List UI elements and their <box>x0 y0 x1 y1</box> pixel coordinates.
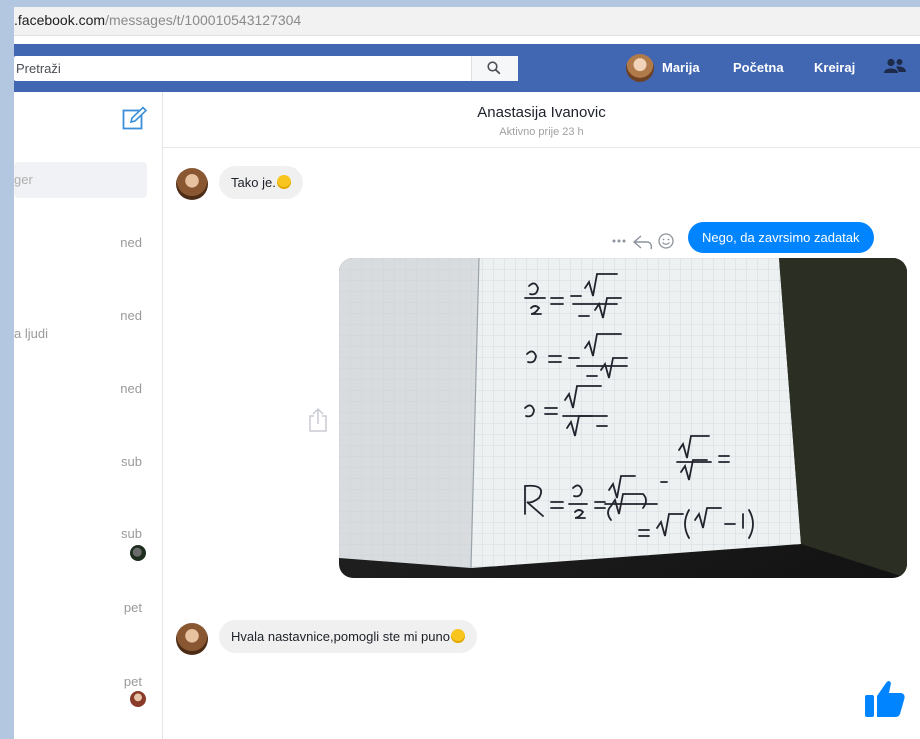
facebook-topbar: Pretraži Marija Početna Kreiraj <box>14 44 920 92</box>
contact-avatar[interactable] <box>176 623 208 655</box>
emoji-icon <box>276 175 291 189</box>
message-bubble-outgoing[interactable]: Nego, da zavrsimo zadatak <box>688 222 874 253</box>
conversation-date: sub <box>121 526 142 541</box>
more-icon[interactable] <box>612 239 626 243</box>
conversation-date: ned <box>120 381 142 396</box>
photo-attachment[interactable] <box>339 258 907 578</box>
emoji-icon <box>450 629 465 643</box>
url-domain: .facebook.com <box>14 12 106 28</box>
message-text: Tako je. <box>231 175 276 190</box>
contact-avatar[interactable] <box>176 168 208 200</box>
conversation-list: ger ned ned a ljudi ned sub sub pet pet <box>14 92 163 739</box>
contact-name[interactable]: Anastasija Ivanovic <box>163 104 920 121</box>
friends-icon[interactable] <box>884 58 906 74</box>
reply-icon[interactable] <box>632 235 653 250</box>
message-text: Hvala nastavnice,pomogli ste mi puno <box>231 629 450 644</box>
search-box[interactable]: Pretraži <box>14 56 518 81</box>
avatar <box>626 54 654 82</box>
conversation-header: Anastasija Ivanovic Aktivno prije 23 h <box>163 92 920 148</box>
message-bubble[interactable]: Hvala nastavnice,pomogli ste mi puno <box>219 620 477 653</box>
conversation-snippet: a ljudi <box>14 326 48 341</box>
search-icon <box>487 61 501 75</box>
active-status: Aktivno prije 23 h <box>499 126 584 138</box>
address-bar[interactable]: .facebook.com/messages/t/100010543127304 <box>14 7 920 36</box>
browser-window: .facebook.com/messages/t/100010543127304… <box>14 7 920 739</box>
conversation-date: sub <box>121 454 142 469</box>
profile-name: Marija <box>662 60 700 75</box>
conversation-date: ned <box>120 235 142 250</box>
react-icon[interactable] <box>658 233 674 249</box>
search-input[interactable]: Pretraži <box>16 61 61 76</box>
share-icon[interactable] <box>307 407 329 433</box>
home-link[interactable]: Početna <box>733 60 784 75</box>
seen-avatar <box>130 691 146 707</box>
conversation-date: pet <box>123 600 142 615</box>
like-icon[interactable] <box>864 679 906 719</box>
seen-avatar <box>130 545 146 561</box>
conversation-date: ned <box>120 308 142 323</box>
search-button[interactable] <box>471 56 518 81</box>
message-bubble[interactable]: Tako je. <box>219 166 303 199</box>
message-text: Nego, da zavrsimo zadatak <box>702 230 860 245</box>
messenger-search-text: ger <box>14 172 33 187</box>
conversation-date: pet <box>123 674 142 689</box>
message-actions <box>611 231 681 251</box>
compose-icon[interactable] <box>122 106 148 130</box>
url-path: /messages/t/100010543127304 <box>105 12 302 28</box>
create-link[interactable]: Kreiraj <box>814 60 855 75</box>
messenger-search[interactable]: ger <box>14 162 147 198</box>
